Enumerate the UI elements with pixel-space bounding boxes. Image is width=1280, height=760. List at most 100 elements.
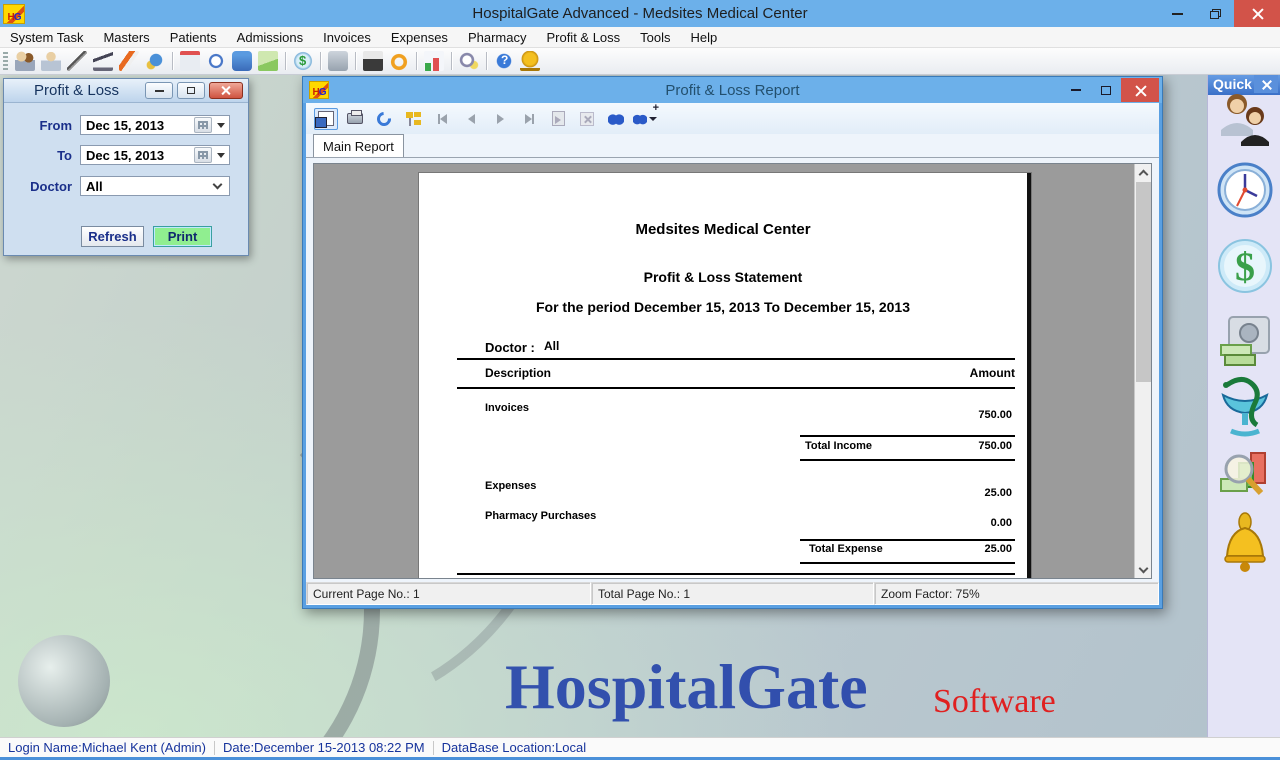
zoom-button[interactable] [633,108,657,130]
doctor-dropdown[interactable]: All [80,176,230,196]
menu-system-task[interactable]: System Task [0,28,93,47]
tab-main-report[interactable]: Main Report [313,134,404,157]
help-icon[interactable] [494,51,514,71]
minimize-icon [155,90,164,92]
print-button[interactable]: Print [153,226,212,247]
appointments-clock-icon[interactable] [1217,162,1273,218]
refresh-report-button[interactable] [372,108,396,130]
user-icon[interactable] [41,51,61,71]
dollar-coin-icon[interactable] [293,51,313,71]
next-page-button[interactable] [488,108,512,130]
previous-page-button[interactable] [459,108,483,130]
alerts-bell-icon[interactable] [1217,512,1273,574]
menu-masters[interactable]: Masters [93,28,159,47]
report-status-bar: Current Page No.: 1 Total Page No.: 1 Zo… [306,582,1159,605]
profit-loss-dialog: Profit & Loss From Dec 15, 2013 To Dec 1… [3,78,249,256]
report-client-area: Main Report Medsites Medical Center Prof… [306,103,1159,605]
report-maximize-button[interactable] [1091,78,1121,102]
chart-icon[interactable] [424,51,444,71]
menu-tools[interactable]: Tools [630,28,680,47]
menu-pharmacy[interactable]: Pharmacy [458,28,537,47]
restore-button[interactable] [1196,0,1234,27]
first-page-button[interactable] [430,108,454,130]
menu-expenses[interactable]: Expenses [381,28,458,47]
report-close-button[interactable] [1121,78,1159,102]
maximize-icon [1101,86,1111,95]
cash-register-icon[interactable] [363,51,383,71]
hospital-icon[interactable] [180,51,200,71]
calendar-icon[interactable] [194,117,212,133]
invoices-dollar-icon[interactable]: $ [1217,238,1273,294]
phone-icon[interactable] [232,51,252,71]
last-page-button[interactable] [517,108,541,130]
menu-bar: System Task Masters Patients Admissions … [0,27,1280,48]
next-page-icon [497,114,504,124]
find-text-button[interactable] [604,108,628,130]
safe-icon[interactable] [328,51,348,71]
signature-pen-icon[interactable] [67,51,87,71]
column-amount: Amount [800,366,1015,380]
menu-admissions[interactable]: Admissions [227,28,313,47]
clock-icon[interactable] [206,51,226,71]
export-report-button[interactable] [314,108,338,130]
total-expense-amount: 25.00 [800,543,1012,555]
window-title: HospitalGate Advanced - Medsites Medical… [0,5,1280,22]
close-button[interactable] [1234,0,1280,27]
cancel-icon [580,112,594,126]
toolbar-separator [355,52,356,70]
status-current-page: Current Page No.: 1 [306,582,591,605]
close-icon [1135,85,1146,96]
dialog-minimize-button[interactable] [145,82,173,99]
menu-patients[interactable]: Patients [160,28,227,47]
vertical-scrollbar[interactable] [1134,164,1151,578]
menu-profit-loss[interactable]: Profit & Loss [536,28,630,47]
close-icon [1261,79,1272,90]
scrollbar-thumb[interactable] [1136,182,1151,382]
report-title-bar[interactable]: HG Profit & Loss Report [303,77,1162,103]
maximize-icon [187,87,195,94]
dialog-title-bar[interactable]: Profit & Loss [4,79,248,103]
report-period: For the period December 15, 2013 To Dece… [419,299,1027,315]
reports-search-chart-icon[interactable] [1217,445,1273,501]
microscope-icon[interactable] [93,51,113,71]
report-minimize-button[interactable] [1061,78,1091,102]
minimize-button[interactable] [1158,0,1196,27]
dialog-maximize-button[interactable] [177,82,205,99]
undo-arrow-icon[interactable] [389,51,409,71]
scroll-up-button[interactable] [1135,164,1152,181]
expenses-safe-icon[interactable] [1217,313,1273,369]
from-date-field[interactable]: Dec 15, 2013 [80,115,230,135]
two-users-icon[interactable] [15,51,35,71]
menu-invoices[interactable]: Invoices [313,28,381,47]
refresh-button[interactable]: Refresh [81,226,144,247]
toggle-group-tree-button[interactable] [401,108,425,130]
clock-moon-icon[interactable] [459,51,479,71]
goto-page-button[interactable] [546,108,570,130]
goto-page-icon [552,111,565,126]
to-date-field[interactable]: Dec 15, 2013 [80,145,230,165]
scroll-down-button[interactable] [1135,561,1152,578]
calendar-icon[interactable] [194,147,212,163]
menu-help[interactable]: Help [681,28,728,47]
cancel-loading-button[interactable] [575,108,599,130]
status-login-name: Login Name:Michael Kent (Admin) [0,740,214,755]
toolbar-separator [285,52,286,70]
line-expenses-label: Expenses [485,480,536,492]
main-toolbar [0,48,1280,75]
total-income-amount: 750.00 [800,440,1012,452]
previous-page-icon [468,114,475,124]
report-page: Medsites Medical Center Profit & Loss St… [419,173,1031,578]
toolbar-separator [451,52,452,70]
dropdown-arrow-icon[interactable] [217,153,225,158]
patients-people-icon[interactable] [1217,90,1273,146]
bell-icon[interactable] [520,51,540,71]
print-report-button[interactable] [343,108,367,130]
pharmacy-bowl-icon[interactable] [1217,373,1273,437]
syringe-icon[interactable] [119,51,139,71]
caret-up-icon [1139,169,1149,179]
dropdown-arrow-icon[interactable] [217,123,225,128]
watermark-hospitalgate: HospitalGate [505,650,868,724]
ambulance-icon[interactable] [145,51,165,71]
cash-icon[interactable] [258,51,278,71]
dialog-close-button[interactable] [209,82,243,99]
